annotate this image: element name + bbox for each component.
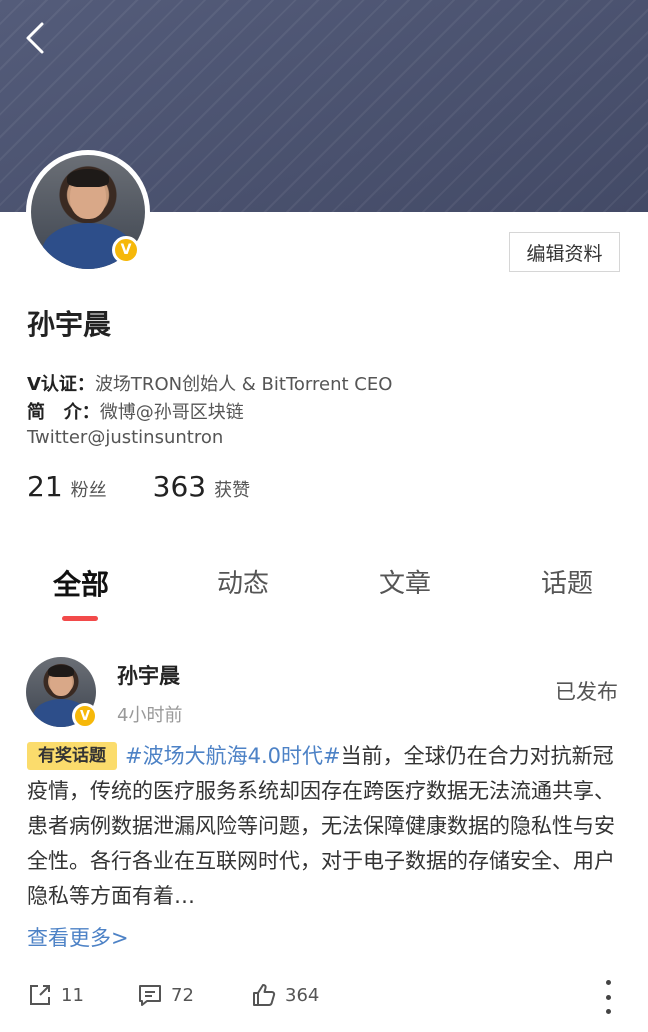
- tab-updates[interactable]: 动态: [162, 555, 324, 625]
- intro-info: 简 介：微博@孙哥区块链: [27, 398, 244, 424]
- followers-label: 粉丝: [70, 480, 107, 501]
- verified-v-icon: V: [112, 236, 140, 264]
- post-timestamp: 4小时前: [117, 705, 183, 726]
- post-status: 已发布: [555, 680, 618, 704]
- tab-all[interactable]: 全部: [0, 555, 162, 625]
- share-count: 11: [61, 984, 84, 1006]
- intro-line2: Twitter@justinsuntron: [27, 427, 224, 448]
- stat-followers[interactable]: 21 粉丝: [27, 470, 107, 503]
- verified-v-icon: V: [72, 703, 98, 729]
- comment-count: 72: [171, 984, 194, 1006]
- edit-profile-button[interactable]: 编辑资料: [509, 232, 620, 272]
- back-icon: [26, 22, 44, 54]
- profile-stats: 21 粉丝 363 获赞: [27, 470, 250, 503]
- profile-name: 孙宇晨: [27, 308, 112, 341]
- post-actions: 11 72 364: [0, 980, 648, 1022]
- verification-info: V认证：波场TRON创始人 & BitTorrent CEO: [27, 370, 392, 396]
- hashtag-link[interactable]: #波场大航海4.0时代#: [125, 744, 341, 768]
- read-more-link[interactable]: 查看更多>: [27, 922, 129, 952]
- post-author-avatar[interactable]: V: [26, 657, 98, 729]
- reward-topic-badge: 有奖话题: [27, 742, 117, 770]
- like-icon: [253, 984, 276, 1006]
- more-icon[interactable]: [598, 980, 618, 1014]
- verification-label: V认证：: [27, 374, 95, 395]
- post-text[interactable]: 有奖话题 #波场大航海4.0时代#当前，全球仍在合力对抗新冠疫情，传统的医疗服务系…: [27, 739, 627, 914]
- followers-count: 21: [27, 470, 63, 503]
- intro-value: 微博@孙哥区块链: [99, 402, 244, 423]
- verification-value: 波场TRON创始人 & BitTorrent CEO: [94, 374, 393, 395]
- content-tabs: 全部 动态 文章 话题: [0, 555, 648, 625]
- post-author-name[interactable]: 孙宇晨: [117, 660, 180, 690]
- tab-topics[interactable]: 话题: [486, 555, 648, 625]
- intro-label: 简 介：: [27, 402, 100, 423]
- tab-articles[interactable]: 文章: [324, 555, 486, 625]
- stat-likes[interactable]: 363 获赞: [153, 470, 250, 503]
- back-button[interactable]: [20, 18, 56, 58]
- like-button[interactable]: 364: [251, 982, 319, 1008]
- comment-icon: [139, 985, 161, 1006]
- comment-button[interactable]: 72: [137, 982, 194, 1008]
- active-tab-indicator: [62, 616, 98, 621]
- share-button[interactable]: 11: [27, 982, 84, 1008]
- like-count: 364: [285, 984, 320, 1006]
- likes-count: 363: [152, 470, 207, 503]
- share-icon: [30, 985, 50, 1005]
- likes-label: 获赞: [214, 480, 251, 501]
- profile-avatar[interactable]: V: [26, 150, 150, 274]
